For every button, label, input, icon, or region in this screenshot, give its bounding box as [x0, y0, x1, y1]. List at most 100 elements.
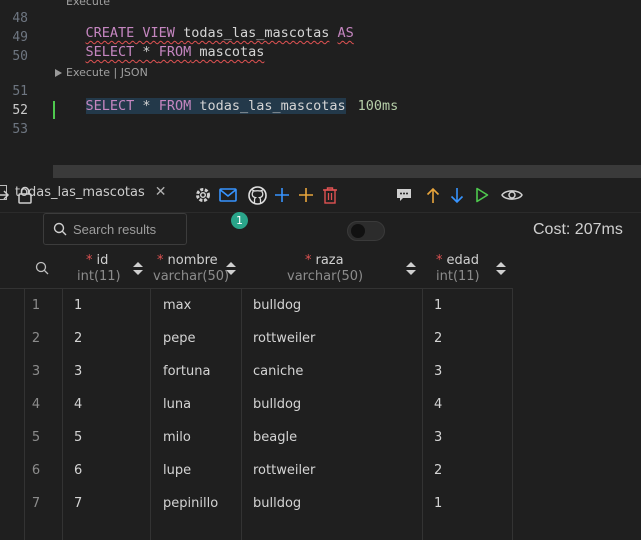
cell-edad[interactable]: 1	[434, 487, 442, 520]
cell-raza[interactable]: caniche	[253, 355, 303, 388]
plus-icon[interactable]	[272, 178, 292, 212]
plus-orange-icon[interactable]	[296, 178, 316, 212]
cell-edad[interactable]: 3	[434, 355, 442, 388]
column-type: int(11)	[436, 269, 480, 284]
lock-icon[interactable]	[15, 178, 35, 212]
table-row[interactable]: 2 2 pepe rottweiler 2	[0, 322, 513, 355]
cell-id[interactable]: 1	[74, 289, 82, 322]
cell-nombre[interactable]: lupe	[163, 454, 191, 487]
cell-edad[interactable]: 2	[434, 454, 442, 487]
column-name: id	[96, 253, 109, 268]
search-input[interactable]	[73, 221, 181, 237]
sort-icon[interactable]	[406, 262, 416, 276]
cell-id[interactable]: 6	[74, 454, 82, 487]
cell-edad[interactable]: 2	[434, 322, 442, 355]
cell-nombre[interactable]: luna	[163, 388, 191, 421]
column-header-id[interactable]: * id	[86, 253, 108, 268]
row-number: 3	[31, 364, 41, 379]
column-type: int(11)	[77, 269, 121, 284]
table-row[interactable]: 3 3 fortuna caniche 3	[0, 355, 513, 388]
codelens-execute-label[interactable]: Execute	[66, 0, 110, 8]
code-line-51[interactable]: SELECT * FROM todas_las_mascotas 100ms	[53, 82, 398, 130]
cell-edad[interactable]: 1	[434, 289, 442, 322]
column-type: varchar(50)	[287, 269, 364, 284]
sort-icon[interactable]	[226, 262, 236, 276]
sort-icon[interactable]	[496, 262, 506, 276]
row-number: 7	[31, 496, 41, 511]
text-cursor	[53, 101, 55, 119]
play-icon[interactable]	[472, 178, 492, 212]
play-outline-icon	[55, 0, 62, 6]
cell-raza[interactable]: bulldog	[253, 289, 301, 322]
cell-raza[interactable]: bulldog	[253, 388, 301, 421]
cell-id[interactable]: 3	[74, 355, 82, 388]
cell-raza[interactable]: rottweiler	[253, 322, 315, 355]
star: *	[134, 44, 159, 60]
cell-nombre[interactable]: pepe	[163, 322, 196, 355]
results-panel: todas_las_mascotas ✕ 1	[0, 178, 641, 540]
github-icon[interactable]	[246, 178, 268, 212]
cell-id[interactable]: 7	[74, 487, 82, 520]
star: *	[134, 98, 159, 114]
cell-raza[interactable]: beagle	[253, 421, 297, 454]
cell-nombre[interactable]: pepinillo	[163, 487, 218, 520]
grid-search-icon[interactable]	[30, 247, 54, 288]
toggle-knob	[351, 224, 365, 238]
column-header-raza[interactable]: * raza	[305, 253, 344, 268]
table-row[interactable]: 5 5 milo beagle 3	[0, 421, 513, 454]
column-name: raza	[315, 253, 344, 268]
codelens-execute-json-label[interactable]: Execute | JSON	[66, 66, 148, 79]
sort-icon[interactable]	[133, 262, 143, 276]
table-row[interactable]: 4 4 luna bulldog 4	[0, 388, 513, 421]
gear-icon[interactable]	[192, 178, 214, 212]
line-number: 51	[12, 84, 28, 99]
editor-horizontal-scrollbar[interactable]	[53, 165, 641, 178]
notification-badge: 1	[231, 212, 248, 229]
cell-raza[interactable]: rottweiler	[253, 454, 315, 487]
keyword-select: SELECT	[85, 44, 135, 60]
table-name: mascotas	[191, 44, 265, 60]
cell-edad[interactable]: 3	[434, 421, 442, 454]
eye-icon[interactable]	[500, 178, 524, 212]
execution-timing: 100ms	[357, 98, 399, 114]
mail-icon[interactable]	[217, 178, 239, 212]
comment-icon[interactable]	[394, 178, 414, 212]
cell-nombre[interactable]: fortuna	[163, 355, 210, 388]
row-number: 5	[31, 430, 41, 445]
codelens-execute-top[interactable]: Execute	[55, 0, 110, 8]
sql-editor[interactable]: Execute 48 CREATE VIEW todas_las_mascota…	[0, 0, 641, 165]
table-row[interactable]: 1 1 max bulldog 1	[0, 289, 513, 322]
codelens-execute-json[interactable]: Execute | JSON	[55, 66, 148, 79]
column-type: varchar(50)	[153, 269, 230, 284]
search-box[interactable]	[43, 213, 187, 245]
line-number: 49	[12, 30, 28, 45]
arrow-up-icon[interactable]	[423, 178, 443, 212]
cell-nombre[interactable]: max	[163, 289, 191, 322]
share-icon[interactable]	[0, 178, 10, 212]
line-number: 48	[12, 11, 28, 26]
cell-id[interactable]: 4	[74, 388, 82, 421]
toggle-switch[interactable]	[347, 221, 385, 241]
cell-raza[interactable]: bulldog	[253, 487, 301, 520]
column-header-nombre[interactable]: * nombre	[157, 253, 218, 268]
row-number: 1	[31, 298, 41, 313]
keyword-select: SELECT	[85, 98, 135, 114]
table-row[interactable]: 6 6 lupe rottweiler 2	[0, 454, 513, 487]
cell-id[interactable]: 2	[74, 322, 82, 355]
line-number: 52	[12, 103, 28, 118]
close-icon[interactable]: ✕	[155, 184, 167, 200]
cell-edad[interactable]: 4	[434, 388, 442, 421]
line-number: 53	[12, 122, 28, 137]
column-name: nombre	[167, 253, 218, 268]
cell-id[interactable]: 5	[74, 421, 82, 454]
column-header-edad[interactable]: * edad	[436, 253, 479, 268]
keyword-as: AS	[337, 25, 354, 41]
keyword-from: FROM	[158, 44, 192, 60]
view-name: todas_las_mascotas	[191, 98, 346, 114]
trash-icon[interactable]	[320, 178, 340, 212]
keyword-from: FROM	[158, 98, 192, 114]
cell-nombre[interactable]: milo	[163, 421, 191, 454]
arrow-down-icon[interactable]	[447, 178, 467, 212]
table-row[interactable]: 7 7 pepinillo bulldog 1	[0, 487, 513, 520]
